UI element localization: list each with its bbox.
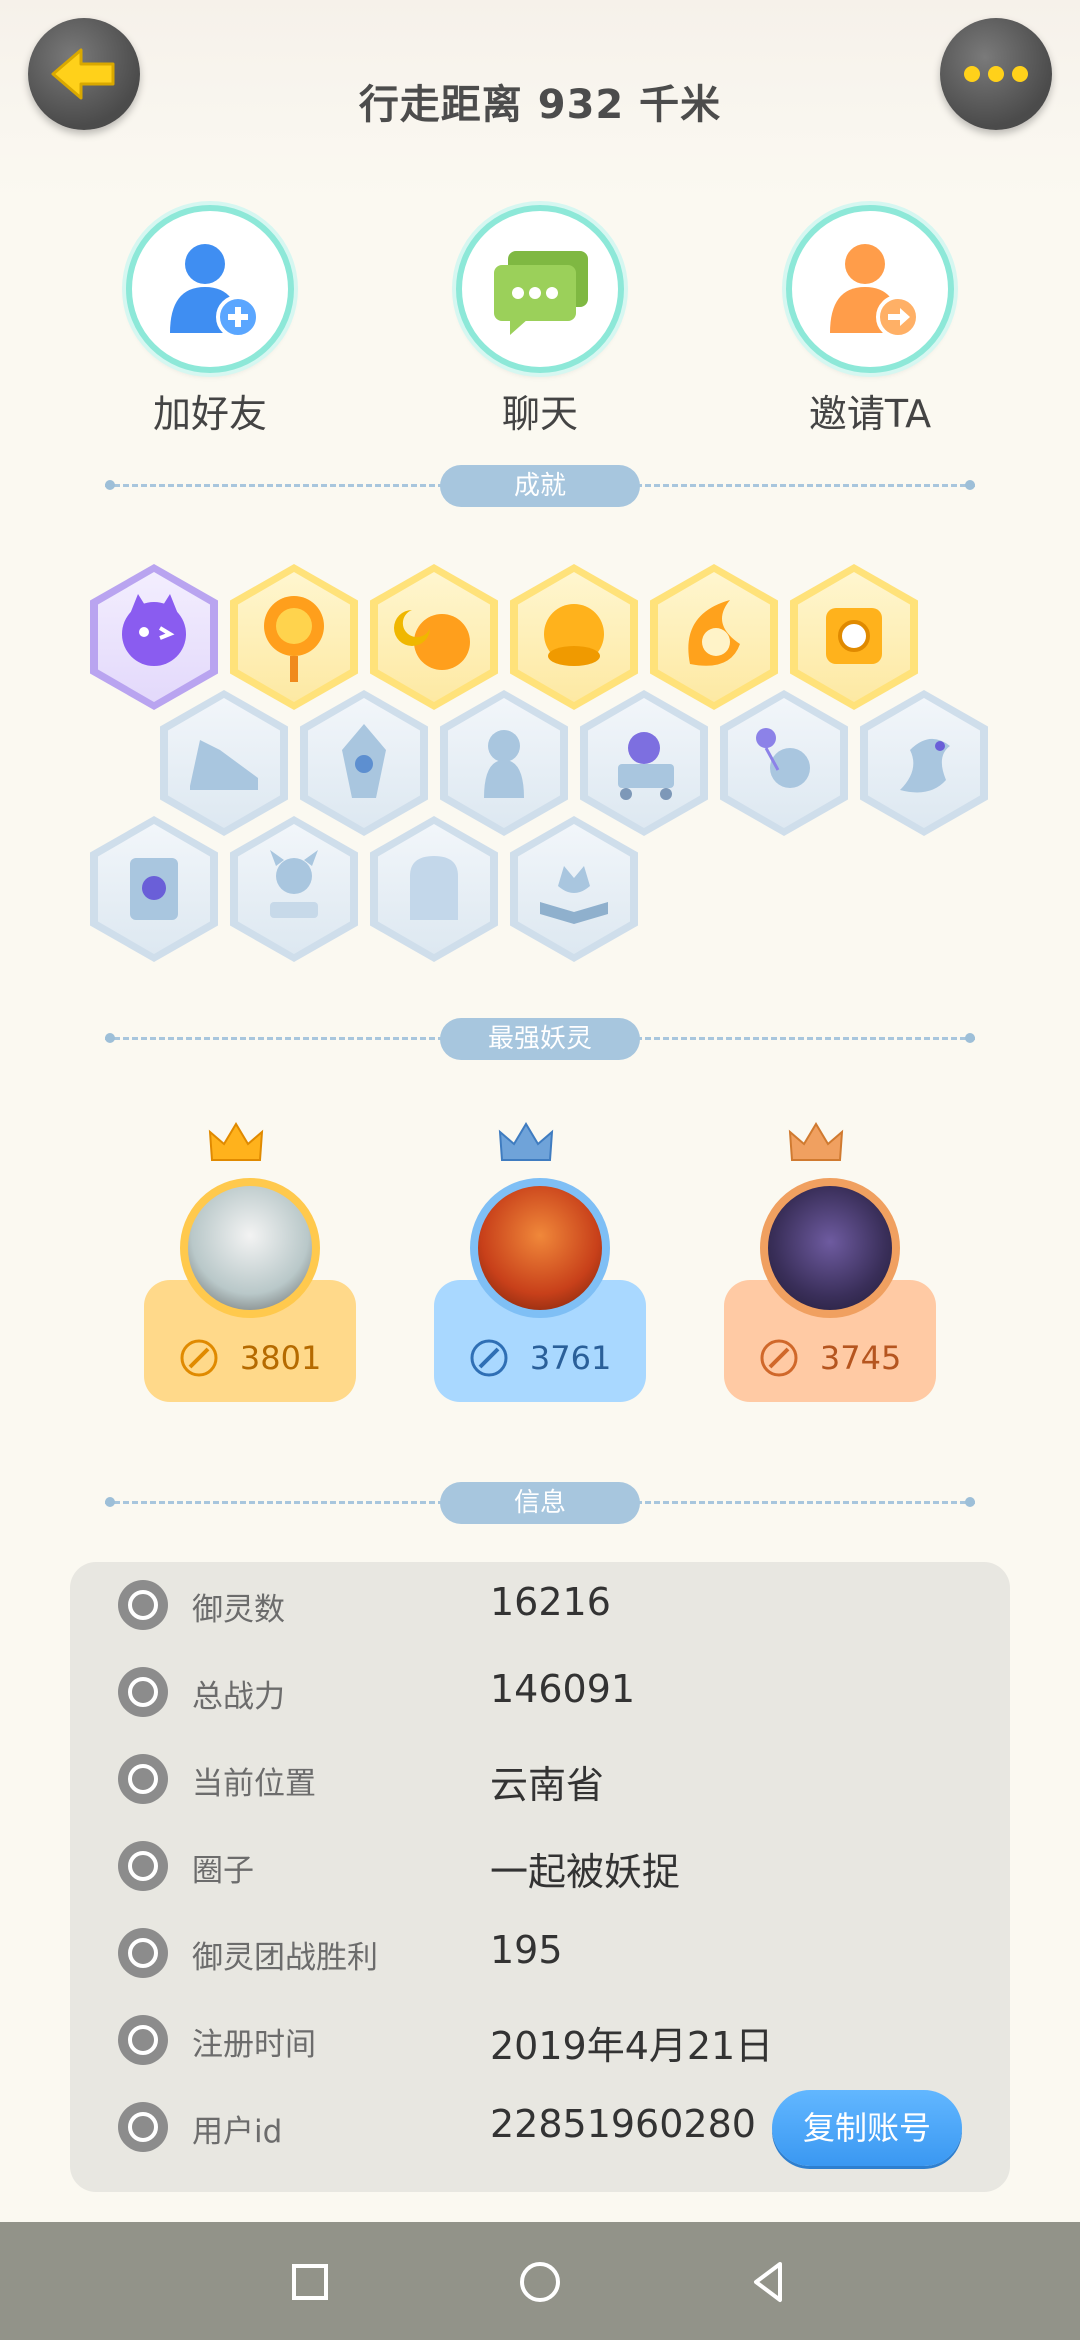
sun-badge-icon[interactable] — [230, 564, 358, 710]
circle-icon — [118, 1841, 168, 1891]
crystal-badge-icon[interactable] — [300, 690, 428, 836]
sword-icon — [118, 1667, 168, 1717]
add-friend-label: 加好友 — [152, 392, 267, 436]
spirit-avatar-1 — [180, 1178, 320, 1318]
invite-label: 邀请TA — [808, 392, 932, 436]
more-button[interactable] — [940, 18, 1052, 130]
info-row-circle[interactable]: 圈子 一起被妖捉 — [70, 1823, 1010, 1910]
info-value: 146091 — [490, 1667, 636, 1711]
more-icon — [964, 66, 1028, 82]
spirit-count-icon — [118, 1580, 168, 1630]
spirit-power-2: 3761 — [529, 1339, 612, 1377]
invite-button[interactable]: 邀请TA — [770, 205, 970, 438]
add-friend-icon — [170, 244, 260, 339]
spirit-power-1: 3801 — [239, 1339, 322, 1377]
spirit-card-2[interactable]: 3761 — [434, 1120, 646, 1402]
copy-account-button[interactable]: 复制账号 — [772, 2090, 962, 2166]
scroll-badge-icon[interactable] — [90, 816, 218, 962]
info-key: 注册时间 — [192, 2027, 316, 2063]
info-value: 16216 — [490, 1580, 611, 1624]
taiji-flame-badge-icon[interactable] — [650, 564, 778, 710]
info-key: 御灵团战胜利 — [192, 1940, 378, 1976]
achievements-divider: 成就 — [105, 465, 975, 507]
back-nav-icon[interactable] — [740, 2252, 800, 2312]
fox-book-badge-icon[interactable] — [510, 816, 638, 962]
location-pin-icon — [118, 1754, 168, 1804]
clock-icon — [118, 2015, 168, 2065]
invite-icon — [830, 244, 920, 339]
info-row-location: 当前位置 云南省 — [70, 1736, 1010, 1823]
gold-orb-badge-icon[interactable] — [510, 564, 638, 710]
info-key: 御灵数 — [192, 1592, 285, 1628]
info-row-total-power: 总战力 146091 — [70, 1649, 1010, 1736]
ghost-cat-badge-icon[interactable] — [370, 816, 498, 962]
sneaker-badge-icon[interactable] — [160, 690, 288, 836]
info-value: 2019年4月21日 — [490, 2024, 774, 2068]
chat-label: 聊天 — [501, 392, 578, 436]
purple-cat-badge-icon[interactable] — [90, 564, 218, 710]
achievements-title: 成就 — [440, 465, 640, 507]
sword-icon — [180, 1339, 218, 1377]
crown-icon — [208, 1122, 264, 1161]
info-key: 用户id — [192, 2114, 283, 2150]
crown-icon — [788, 1122, 844, 1161]
info-key: 当前位置 — [192, 1766, 316, 1802]
taiji-cube-badge-icon[interactable] — [790, 564, 918, 710]
info-value: 云南省 — [490, 1763, 605, 1807]
sword-icon — [470, 1339, 508, 1377]
moon-sun-badge-icon[interactable] — [370, 564, 498, 710]
info-value: 一起被妖捉 — [490, 1850, 681, 1894]
info-key: 圈子 — [192, 1853, 254, 1889]
home-icon[interactable] — [510, 2252, 570, 2312]
info-key: 总战力 — [192, 1679, 285, 1715]
recent-apps-icon[interactable] — [280, 2252, 340, 2312]
spirit-avatar-3 — [760, 1178, 900, 1318]
spirit-card-1[interactable]: 3801 — [144, 1120, 356, 1402]
info-row-spirit-count: 御灵数 16216 — [70, 1562, 1010, 1649]
spirit-card-3[interactable]: 3745 — [724, 1120, 936, 1402]
spirit-badge-icon[interactable] — [440, 690, 568, 836]
strongest-divider: 最强妖灵 — [105, 1018, 975, 1060]
system-nav-bar — [0, 2222, 1080, 2340]
info-row-register-time: 注册时间 2019年4月21日 — [70, 1997, 1010, 2084]
info-divider: 信息 — [105, 1482, 975, 1524]
info-value: 195 — [490, 1928, 563, 1972]
cat-cart-badge-icon[interactable] — [580, 690, 708, 836]
trophy-icon — [118, 1928, 168, 1978]
cat-balloon-badge-icon[interactable] — [720, 690, 848, 836]
strongest-title: 最强妖灵 — [440, 1018, 640, 1060]
walk-distance: 行走距离 932 千米 — [358, 82, 722, 128]
add-friend-button[interactable]: 加好友 — [110, 205, 310, 438]
dragon-badge-icon[interactable] — [860, 690, 988, 836]
sword-icon — [760, 1339, 798, 1377]
spirit-power-3: 3745 — [819, 1339, 902, 1377]
horned-spirit-badge-icon[interactable] — [230, 816, 358, 962]
chat-icon — [494, 251, 588, 335]
info-value: 22851960280 — [490, 2102, 756, 2146]
spirit-avatar-2 — [470, 1178, 610, 1318]
info-row-team-wins: 御灵团战胜利 195 — [70, 1910, 1010, 1997]
chat-button[interactable]: 聊天 — [440, 205, 640, 438]
info-title: 信息 — [440, 1482, 640, 1524]
info-panel: 御灵数 16216 总战力 146091 当前位置 云南省 圈子 一起被妖捉 御… — [70, 1562, 1010, 2192]
crown-icon — [498, 1122, 554, 1161]
id-card-icon — [118, 2102, 168, 2152]
